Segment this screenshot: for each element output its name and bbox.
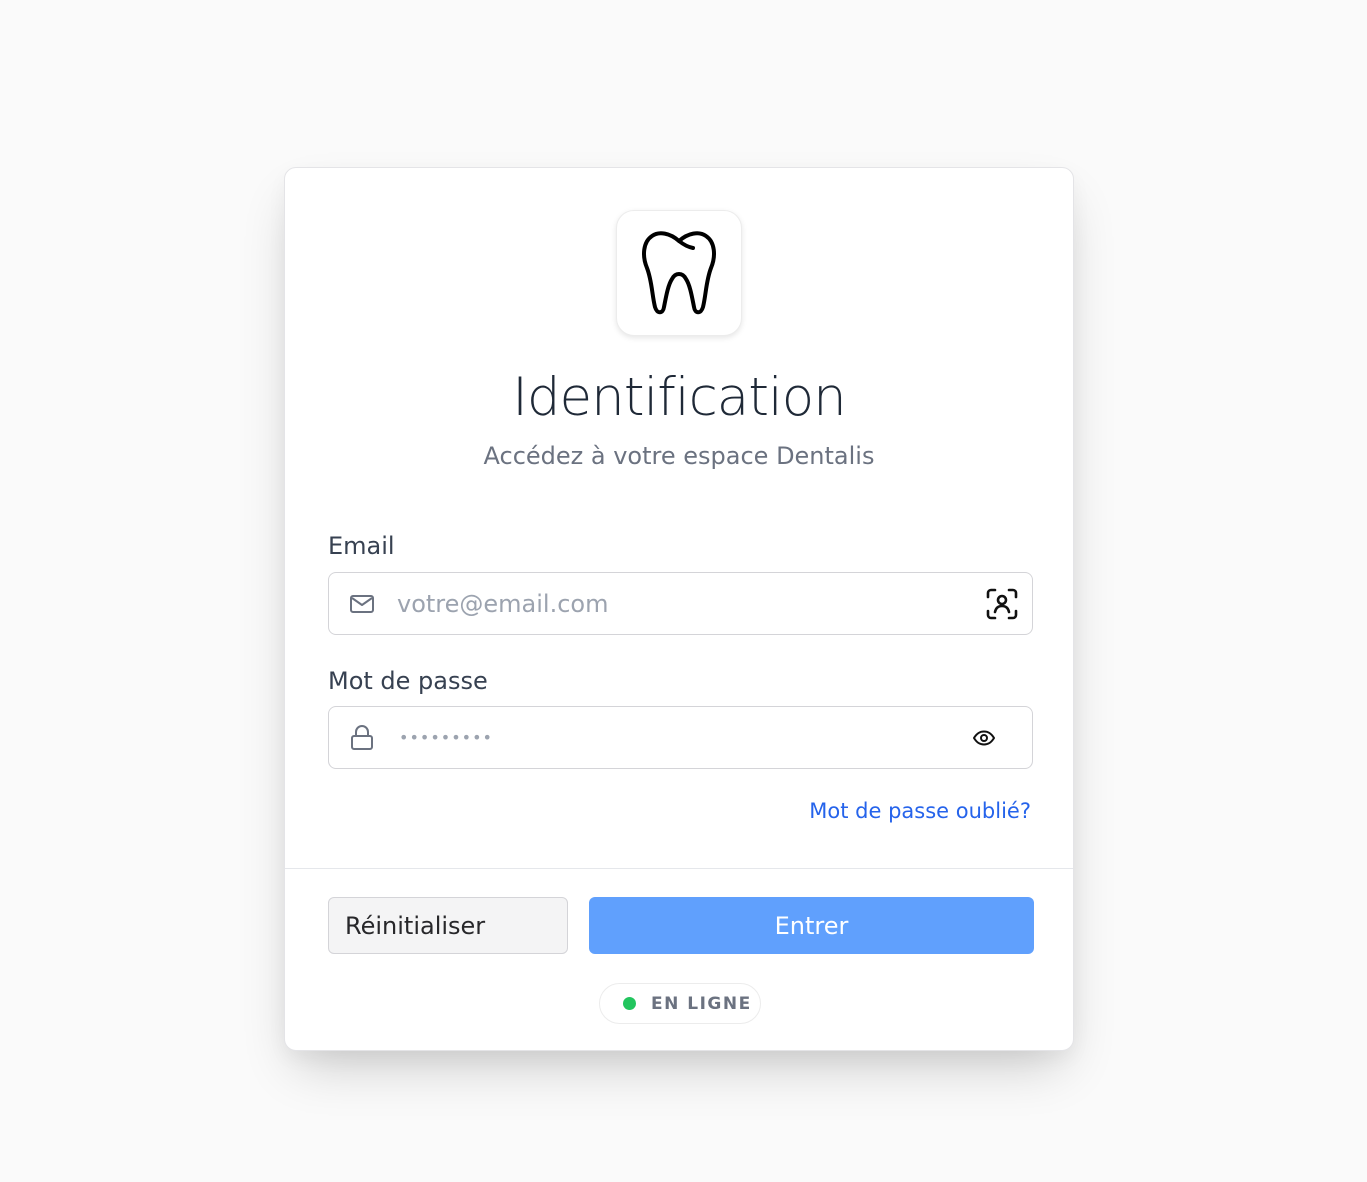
password-input[interactable]: ••••••••• (399, 707, 493, 768)
eye-icon[interactable] (966, 720, 1002, 756)
reset-button[interactable]: Réinitialiser (328, 897, 568, 954)
status-label: EN LIGNE (651, 993, 752, 1014)
login-card: Identification Accédez à votre espace De… (284, 167, 1074, 1051)
email-label: Email (328, 532, 395, 560)
forgot-password-link[interactable]: Mot de passe oublié? (809, 796, 1031, 826)
email-input[interactable] (397, 573, 957, 634)
mail-icon (349, 591, 375, 617)
face-id-icon[interactable] (984, 586, 1020, 622)
password-field[interactable]: ••••••••• (328, 706, 1033, 769)
page-title: Identification (512, 367, 847, 428)
page-subtitle: Accédez à votre espace Dentalis (483, 442, 875, 470)
status-dot (623, 997, 636, 1010)
submit-button[interactable]: Entrer (589, 897, 1034, 954)
password-label: Mot de passe (328, 667, 488, 695)
app-logo (616, 210, 742, 336)
email-field[interactable] (328, 572, 1033, 635)
status-badge: EN LIGNE (599, 983, 761, 1024)
divider (285, 868, 1073, 869)
lock-icon (349, 725, 375, 751)
tooth-icon (640, 227, 718, 319)
